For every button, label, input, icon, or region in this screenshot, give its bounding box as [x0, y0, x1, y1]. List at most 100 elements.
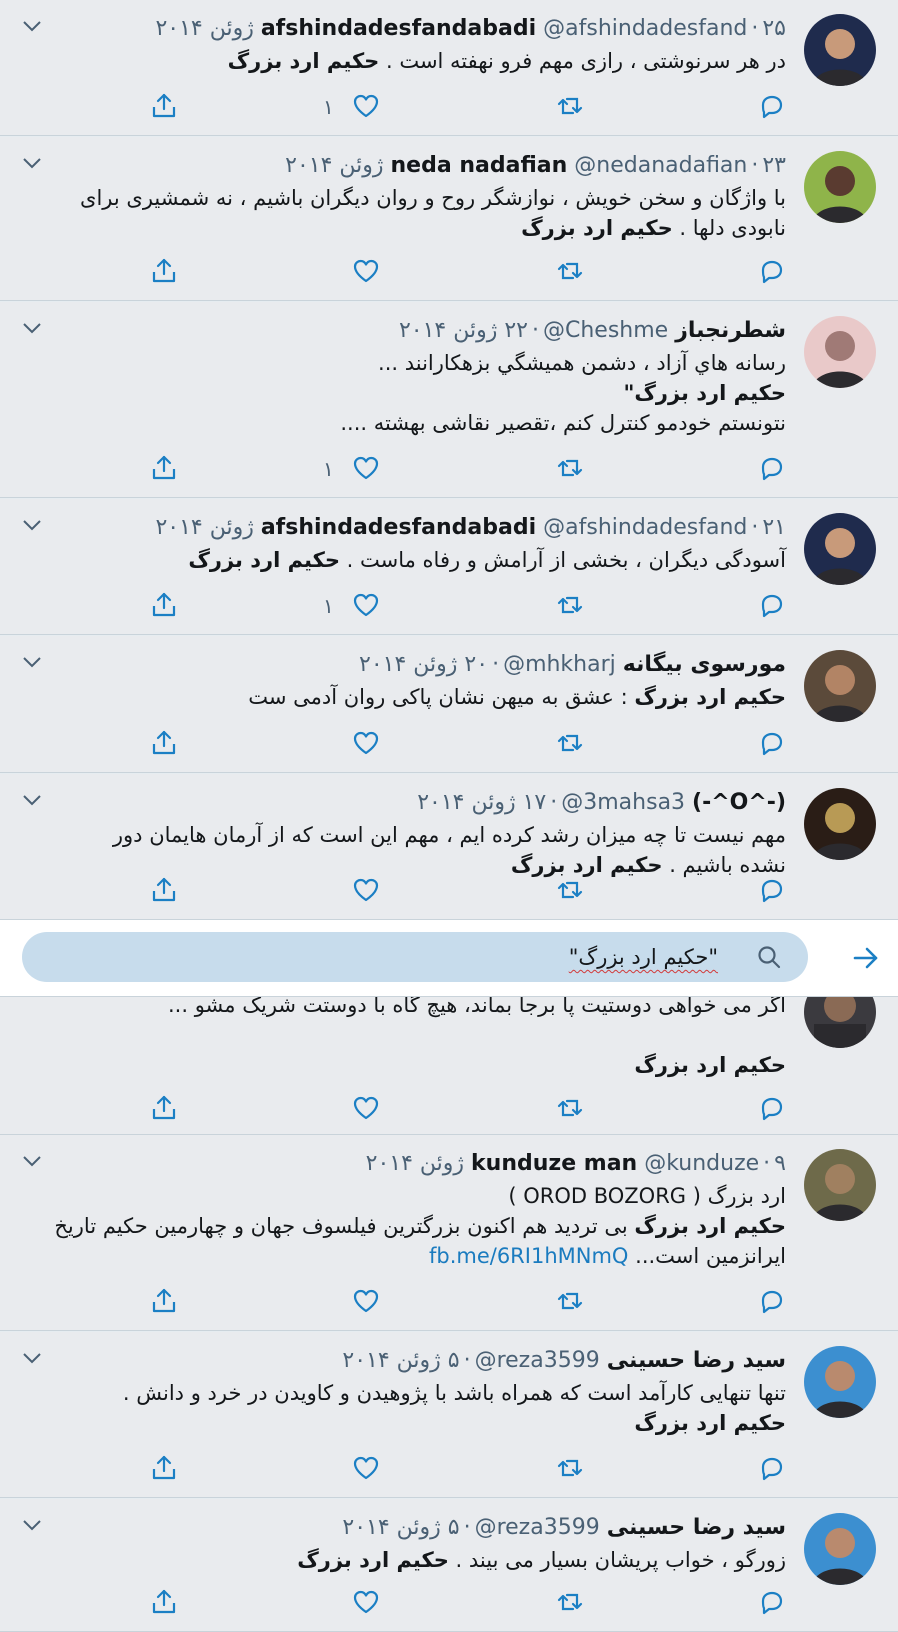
like-icon[interactable]	[352, 454, 380, 482]
tweet[interactable]: afshindadesfandabadi @afshindadesfand ·۲۵…	[0, 0, 898, 136]
arrow-right-icon[interactable]	[852, 944, 880, 972]
author-name[interactable]: سید رضا حسینی	[607, 1348, 786, 1373]
tweet-partial[interactable]: اگر می خواهی دوستیت پا برجا بماند، هیچ گ…	[0, 976, 898, 1135]
share-icon[interactable]	[150, 1287, 178, 1315]
tweet-link[interactable]: fb.me/6RI1hMNmQ	[429, 1244, 628, 1268]
retweet-icon[interactable]	[556, 1588, 584, 1616]
share-icon[interactable]	[150, 257, 178, 285]
tweet-date[interactable]: ۵ ژوئن ۲۰۱۴	[342, 1348, 459, 1373]
author-handle[interactable]: @kunduze	[644, 1151, 759, 1176]
tweet[interactable]: afshindadesfandabadi @afshindadesfand ·۲۱…	[0, 499, 898, 635]
chevron-down-icon[interactable]	[22, 155, 42, 169]
reply-icon[interactable]	[758, 1588, 786, 1616]
like-icon[interactable]	[352, 729, 380, 757]
retweet-icon[interactable]	[556, 1454, 584, 1482]
avatar[interactable]	[804, 513, 876, 585]
author-handle[interactable]: @reza3599	[475, 1348, 600, 1373]
avatar[interactable]	[804, 14, 876, 86]
share-icon[interactable]	[150, 92, 178, 120]
author-handle[interactable]: @Cheshme	[543, 318, 668, 343]
avatar[interactable]	[804, 316, 876, 388]
search-input[interactable]: "حکیم ارد بزرگ"	[22, 932, 808, 982]
retweet-icon[interactable]	[556, 1287, 584, 1315]
tweet[interactable]: شطرنجباز @Cheshme·۲۲ ژوئن ۲۰۱۴ رسانه هاي …	[0, 302, 898, 498]
retweet-icon[interactable]	[556, 591, 584, 619]
reply-icon[interactable]	[758, 1094, 786, 1122]
tweet[interactable]: مورسوی بیگانه @mhkharj·۲۰ ژوئن ۲۰۱۴ حکیم …	[0, 636, 898, 773]
reply-icon[interactable]	[758, 257, 786, 285]
chevron-down-icon[interactable]	[22, 654, 42, 668]
like-icon[interactable]	[352, 1454, 380, 1482]
like-icon[interactable]	[352, 257, 380, 285]
tweet[interactable]: (-^O^-) @3mahsa3·۱۷ ژوئن ۲۰۱۴ مهم نیست تا…	[0, 774, 898, 920]
chevron-down-icon[interactable]	[22, 1517, 42, 1531]
tweet-date[interactable]: ۱۷ ژوئن ۲۰۱۴	[417, 790, 546, 815]
author-handle[interactable]: @afshindadesfand	[543, 16, 747, 41]
tweet-text: آسودگی دیگران ، بخشی از آرامش و رفاه ماس…	[339, 548, 786, 572]
retweet-icon[interactable]	[556, 454, 584, 482]
avatar[interactable]	[804, 151, 876, 223]
author-handle[interactable]: @afshindadesfand	[543, 515, 747, 540]
retweet-icon[interactable]	[556, 876, 584, 904]
chevron-down-icon[interactable]	[22, 1153, 42, 1167]
tweet[interactable]: سید رضا حسینی @reza3599·۵ ژوئن ۲۰۱۴ زورگو…	[0, 1499, 898, 1632]
avatar[interactable]	[804, 650, 876, 722]
like-icon[interactable]	[352, 876, 380, 904]
author-handle[interactable]: @reza3599	[475, 1515, 600, 1540]
avatar[interactable]	[804, 788, 876, 860]
share-icon[interactable]	[150, 1454, 178, 1482]
tweet-date[interactable]: ۵ ژوئن ۲۰۱۴	[342, 1515, 459, 1540]
chevron-down-icon[interactable]	[22, 517, 42, 531]
author-name[interactable]: kunduze man	[471, 1151, 637, 1176]
like-icon[interactable]	[352, 1588, 380, 1616]
tweet-date[interactable]: ۲۲ ژوئن ۲۰۱۴	[399, 318, 528, 343]
search-bar: "حکیم ارد بزرگ"	[0, 920, 898, 997]
author-name[interactable]: شطرنجباز	[675, 318, 786, 343]
chevron-down-icon[interactable]	[22, 18, 42, 32]
author-name[interactable]: سید رضا حسینی	[607, 1515, 786, 1540]
like-icon[interactable]	[352, 1287, 380, 1315]
tweet[interactable]: kunduze man @kunduze ·۹ ژوئن ۲۰۱۴ ارد بزرگ…	[0, 1135, 898, 1331]
author-handle[interactable]: @3mahsa3	[561, 790, 685, 815]
reply-icon[interactable]	[758, 454, 786, 482]
reply-icon[interactable]	[758, 1287, 786, 1315]
like-icon[interactable]	[352, 92, 380, 120]
tweet-bold-text: حکیم ارد بزرگ	[521, 216, 673, 240]
tweet[interactable]: سید رضا حسینی @reza3599·۵ ژوئن ۲۰۱۴ تنها …	[0, 1332, 898, 1498]
tweet-date[interactable]: ۲۰ ژوئن ۲۰۱۴	[359, 652, 488, 677]
tweet[interactable]: neda nadafian @nedanadafian ·۲۳ ژوئن ۲۰۱۴…	[0, 137, 898, 301]
like-icon[interactable]	[352, 591, 380, 619]
reply-icon[interactable]	[758, 1454, 786, 1482]
tweet-line: نابودی دلها . حکیم ارد بزرگ	[22, 213, 786, 243]
author-handle[interactable]: @nedanadafian	[574, 153, 747, 178]
avatar[interactable]	[804, 1346, 876, 1418]
reply-icon[interactable]	[758, 876, 786, 904]
author-name[interactable]: afshindadesfandabadi	[261, 16, 536, 41]
retweet-icon[interactable]	[556, 92, 584, 120]
reply-icon[interactable]	[758, 92, 786, 120]
share-icon[interactable]	[150, 1588, 178, 1616]
share-icon[interactable]	[150, 591, 178, 619]
avatar[interactable]	[804, 1513, 876, 1585]
chevron-down-icon[interactable]	[22, 1350, 42, 1364]
reply-icon[interactable]	[758, 729, 786, 757]
author-name[interactable]: neda nadafian	[391, 153, 568, 178]
chevron-down-icon[interactable]	[22, 320, 42, 334]
retweet-icon[interactable]	[556, 1094, 584, 1122]
retweet-icon[interactable]	[556, 729, 584, 757]
search-query[interactable]: "حکیم ارد بزرگ"	[569, 942, 718, 972]
avatar[interactable]	[804, 1149, 876, 1221]
share-icon[interactable]	[150, 729, 178, 757]
author-handle[interactable]: @mhkharj	[503, 652, 616, 677]
author-name[interactable]: (-^O^-)	[692, 790, 786, 815]
author-name[interactable]: مورسوی بیگانه	[623, 652, 786, 677]
author-name[interactable]: afshindadesfandabadi	[261, 515, 536, 540]
chevron-down-icon[interactable]	[22, 792, 42, 806]
retweet-icon[interactable]	[556, 257, 584, 285]
share-icon[interactable]	[150, 1094, 178, 1122]
reply-icon[interactable]	[758, 591, 786, 619]
share-icon[interactable]	[150, 454, 178, 482]
like-icon[interactable]	[352, 1094, 380, 1122]
search-icon[interactable]	[756, 944, 782, 970]
share-icon[interactable]	[150, 876, 178, 904]
